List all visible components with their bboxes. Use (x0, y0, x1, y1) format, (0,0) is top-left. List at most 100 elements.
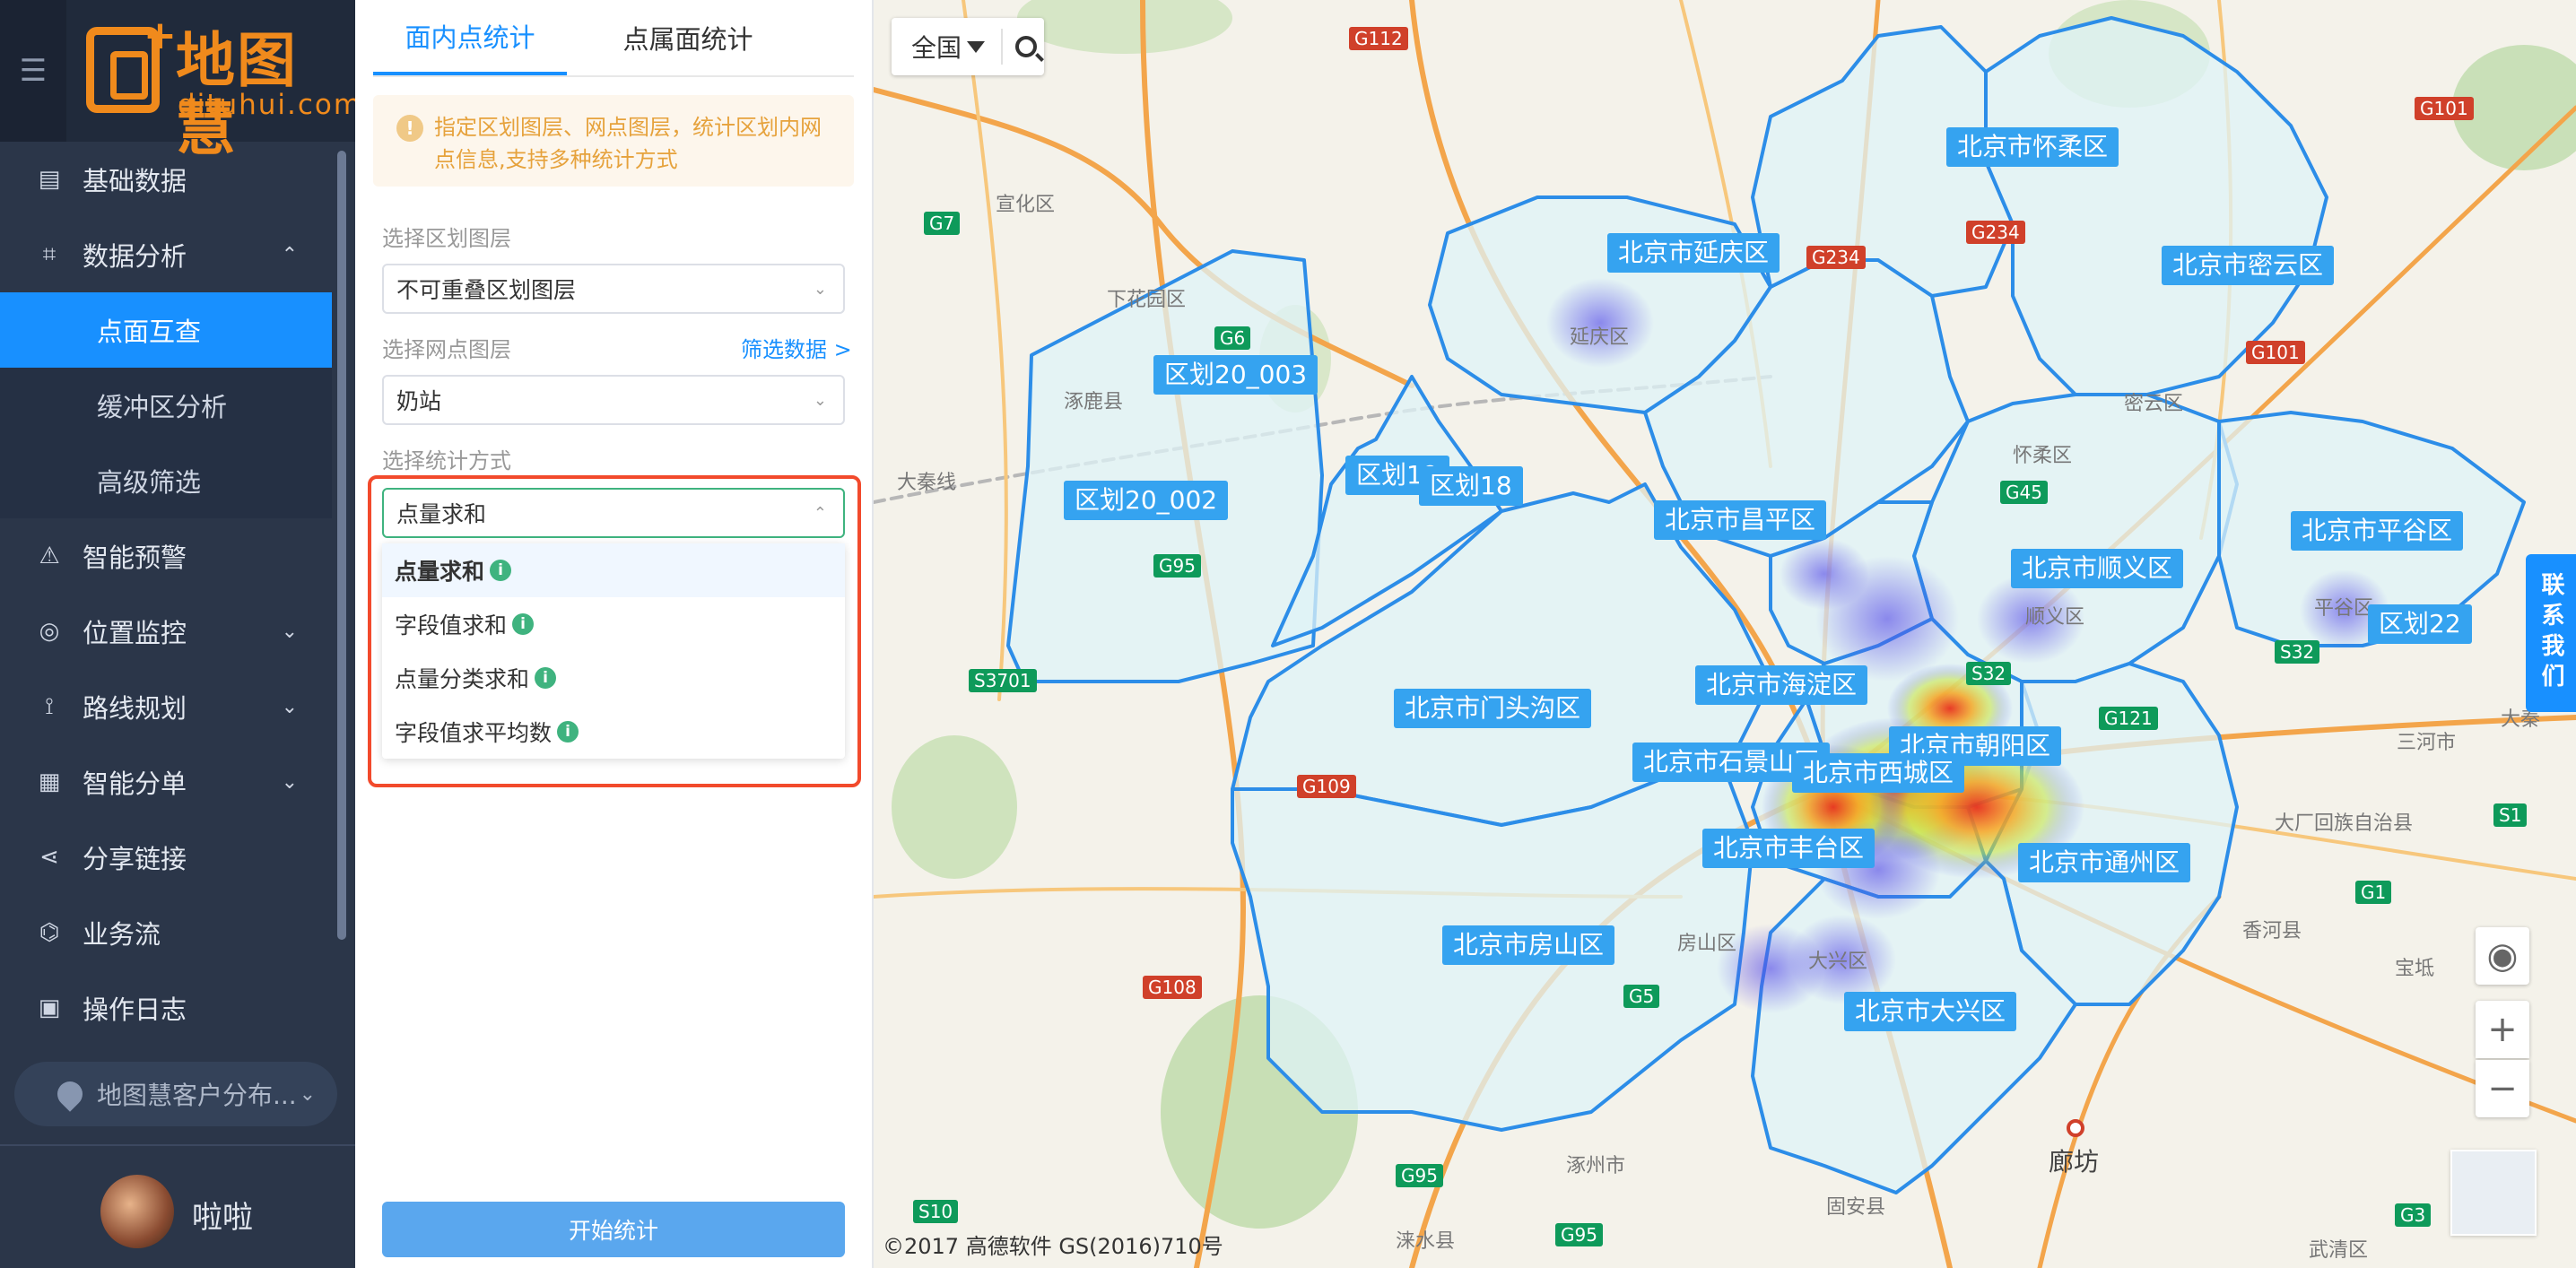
map-view[interactable]: 全国 宣化区 下花园区 涿鹿县 大秦线 延庆区 怀柔区 密云区 顺义区 平谷区 … (874, 0, 2576, 1268)
chevron-down-icon: ⌄ (299, 1082, 316, 1106)
district-label[interactable]: 北京市顺义区 (2011, 549, 2184, 588)
road-shield: G101 (2246, 341, 2305, 364)
tip-banner: ! 指定区划图层、网点图层，统计区划内网点信息,支持多种统计方式 (373, 95, 854, 187)
subnav-point-area-query[interactable]: 点面互查 (0, 292, 332, 368)
info-icon[interactable]: i (512, 613, 535, 635)
map-copyright: ©2017 高德软件 GS(2016)710号 (883, 1234, 1223, 1259)
menu-fold-icon[interactable]: ☰ (0, 0, 66, 142)
info-icon[interactable]: i (490, 560, 512, 581)
district-label[interactable]: 北京市海淀区 (1695, 665, 1868, 705)
option-field-value-average[interactable]: 字段值求平均数 i (382, 705, 845, 759)
nav-item-smart-dispatch[interactable]: ▦ 智能分单 ⌄ (0, 744, 332, 820)
nav-item-workflow[interactable]: ⌬ 业务流 (0, 895, 332, 970)
search-icon[interactable] (1015, 36, 1038, 57)
district-label[interactable]: 北京市怀柔区 (1946, 127, 2119, 167)
stat-method-value: 点量求和 (396, 501, 487, 527)
district-label[interactable]: 北京市房山区 (1442, 925, 1615, 965)
sidebar-scrollbar[interactable] (337, 151, 346, 940)
zoom-in-icon[interactable]: + (2476, 1001, 2529, 1058)
divider (1001, 29, 1004, 65)
stats-panel: 面内点统计 点属面统计 ! 指定区划图层、网点图层，统计区划内网点信息,支持多种… (355, 0, 874, 1268)
stat-method-select[interactable]: 点量求和 ⌃ (382, 488, 845, 538)
point-layer-select[interactable]: 奶站 ⌄ (382, 375, 845, 425)
nav-item-operation-log[interactable]: ▣ 操作日志 (0, 970, 332, 1046)
caret-down-icon (967, 40, 986, 53)
user-name[interactable]: 啦啦 (192, 1193, 253, 1237)
road-shield: G95 (1396, 1164, 1443, 1187)
road-shield: G3 (2395, 1203, 2432, 1227)
nav-item-smart-alert[interactable]: ⚠ 智能预警 (0, 518, 332, 594)
client-map-selector[interactable]: 地图慧客户分布... ⌄ (14, 1062, 337, 1126)
place-label: 宝坻 (2395, 958, 2435, 980)
region-layer-value: 不可重叠区划图层 (396, 277, 577, 303)
district-polygon (1006, 249, 1324, 683)
contact-us-tab[interactable]: 联系我们 (2526, 554, 2576, 712)
nav-label: 操作日志 (83, 994, 187, 1025)
share-icon: ⋖ (39, 844, 59, 871)
nav-item-basic-data[interactable]: ▤ 基础数据 (0, 142, 332, 217)
chevron-down-icon: ⌄ (281, 620, 298, 643)
subnav-buffer-analysis[interactable]: 缓冲区分析 (0, 368, 332, 443)
stat-method-dropdown: 点量求和 i 字段值求和 i 点量分类求和 i 字段值求平均数 i (382, 543, 845, 759)
place-label: 密云区 (2124, 393, 2184, 415)
filter-data-link[interactable]: 筛选数据 > (741, 332, 852, 363)
subnav-advanced-filter[interactable]: 高级筛选 (0, 443, 332, 518)
nav-item-location-monitor[interactable]: ◎ 位置监控 ⌄ (0, 594, 332, 669)
road-shield: G6 (1214, 326, 1251, 350)
map-canvas (874, 0, 2576, 1268)
option-point-count-sum[interactable]: 点量求和 i (382, 543, 845, 597)
place-label: 武清区 (2309, 1239, 2369, 1262)
region-selector[interactable]: 全国 (892, 18, 1044, 75)
district-label[interactable]: 北京市延庆区 (1607, 233, 1780, 273)
place-label: 延庆区 (1570, 326, 1630, 349)
district-label[interactable]: 区划18 (1419, 466, 1523, 506)
info-icon[interactable]: i (557, 721, 579, 743)
logo-bar: ☰ + 地图慧 dituhui.com (0, 0, 361, 163)
place-label: 平谷区 (2314, 597, 2374, 620)
district-polygon (1984, 16, 2328, 396)
district-label[interactable]: 区划20_003 (1153, 355, 1318, 395)
sidebar: ☰ + 地图慧 dituhui.com ▤ 基础数据 ⌗ 数据分析 ⌃ 点面互查… (0, 0, 361, 1268)
place-label: 大秦线 (897, 472, 957, 494)
tab-points-in-area[interactable]: 面内点统计 (373, 0, 567, 75)
district-label[interactable]: 北京市西城区 (1792, 753, 1965, 793)
map-overview[interactable] (2450, 1150, 2537, 1236)
option-label: 字段值求平均数 (395, 720, 553, 746)
district-label[interactable]: 北京市平谷区 (2291, 511, 2464, 551)
nav-label: 路线规划 (83, 693, 187, 724)
region-layer-select[interactable]: 不可重叠区划图层 ⌄ (382, 264, 845, 314)
district-label[interactable]: 北京市昌平区 (1654, 500, 1827, 540)
nav-item-share-link[interactable]: ⋖ 分享链接 (0, 820, 332, 895)
district-label[interactable]: 北京市大兴区 (1844, 992, 2017, 1031)
district-label[interactable]: 北京市门头沟区 (1394, 689, 1592, 728)
chevron-up-icon: ⌃ (281, 243, 298, 266)
avatar[interactable] (100, 1175, 174, 1248)
info-icon[interactable]: i (535, 667, 557, 689)
road-shield: S1 (2493, 803, 2528, 827)
district-label[interactable]: 区划22 (2368, 604, 2472, 644)
road-shield: G234 (1806, 246, 1866, 269)
option-field-value-sum[interactable]: 字段值求和 i (382, 597, 845, 651)
zoom-out-icon[interactable]: − (2476, 1060, 2529, 1117)
start-statistics-button[interactable]: 开始统计 (382, 1202, 845, 1257)
option-point-category-sum[interactable]: 点量分类求和 i (382, 651, 845, 705)
road-shield: G95 (1555, 1223, 1603, 1246)
app-root: ☰ + 地图慧 dituhui.com ▤ 基础数据 ⌗ 数据分析 ⌃ 点面互查… (0, 0, 2576, 1268)
nav-item-data-analysis[interactable]: ⌗ 数据分析 ⌃ (0, 217, 332, 292)
terrain-patch (1017, 0, 1232, 54)
nav-item-route-planning[interactable]: ⟟ 路线规划 ⌄ (0, 669, 332, 744)
district-label[interactable]: 区划20_002 (1064, 481, 1229, 520)
eye-icon[interactable]: ◉ (2476, 927, 2529, 985)
nav-label: 业务流 (83, 919, 161, 950)
district-label[interactable]: 北京市通州区 (2018, 843, 2191, 882)
district-label[interactable]: 北京市密云区 (2162, 246, 2335, 285)
road-shield: G45 (2000, 481, 2048, 504)
tab-area-of-points[interactable]: 点属面统计 (567, 0, 809, 75)
district-label[interactable]: 北京市丰台区 (1702, 829, 1875, 868)
option-label: 点量分类求和 (395, 666, 530, 692)
nav-label: 智能预警 (83, 543, 187, 573)
region-layer-label: 选择区划图层 (382, 226, 511, 251)
nav-label: 位置监控 (83, 618, 187, 648)
place-label: 宣化区 (996, 194, 1056, 216)
road-shield: S32 (2275, 640, 2320, 664)
